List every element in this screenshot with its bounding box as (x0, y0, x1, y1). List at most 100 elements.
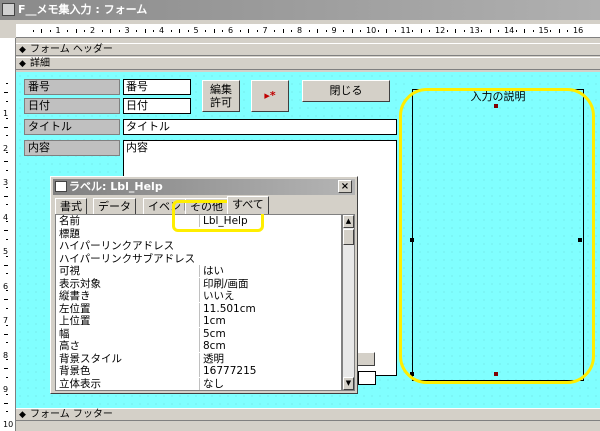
ruler-label: 15 (538, 26, 549, 35)
property-name: ハイパーリンクサブアドレス (59, 252, 196, 265)
ruler-tick (6, 238, 8, 240)
property-value[interactable]: 5cm (199, 327, 341, 340)
property-sheet[interactable]: ラベル: Lbl_Help × 書式 データ イベント その他 すべて 名前 Lb… (50, 176, 358, 394)
ruler-tick (6, 204, 8, 206)
hidden-button[interactable] (355, 352, 375, 366)
property-scrollbar[interactable]: ▲ ▼ (342, 214, 355, 391)
property-row[interactable]: ハイパーリンクアドレス (56, 240, 341, 253)
field-title[interactable]: タイトル (123, 119, 397, 135)
horizontal-ruler[interactable]: 1 2 3 4 5 6 7 8 9 10 11 12 13 14 15 16 (16, 24, 600, 38)
property-value[interactable]: 11.501cm (199, 302, 341, 315)
property-row[interactable]: 立体表示 なし (56, 377, 341, 391)
field-number[interactable]: 番号 (123, 79, 191, 95)
ruler-label: 8 (297, 26, 303, 35)
ruler-tick (446, 30, 448, 32)
property-name: 幅 (59, 327, 70, 340)
scroll-down-icon[interactable]: ▼ (343, 377, 354, 390)
close-icon[interactable]: × (338, 180, 352, 193)
ruler-tick (351, 29, 353, 33)
property-value[interactable]: 印刷/画面 (199, 277, 341, 290)
vertical-ruler[interactable]: 1 2 3 4 5 6 7 8 9 10 (0, 38, 16, 431)
label-content[interactable]: 内容 (24, 140, 120, 156)
edit-permit-button[interactable]: 編集 許可 (202, 80, 240, 112)
form-icon[interactable] (2, 3, 15, 16)
ruler-tick (256, 30, 258, 32)
ruler-tick (187, 30, 189, 32)
property-row[interactable]: ハイパーリンクサブアドレス (56, 252, 341, 266)
ruler-tick (75, 29, 77, 33)
ruler-tick (274, 30, 276, 32)
tab-data[interactable]: データ (93, 198, 136, 214)
label-number[interactable]: 番号 (24, 79, 120, 95)
property-name: 可視 (59, 265, 80, 277)
property-sheet-titlebar[interactable]: ラベル: Lbl_Help × (53, 179, 355, 195)
property-value[interactable]: なし (199, 377, 341, 390)
form-header-bar[interactable]: ◆ フォーム ヘッダー (16, 43, 600, 56)
label-date[interactable]: 日付 (24, 98, 120, 114)
ruler-tick (420, 29, 422, 33)
ruler-tick (6, 255, 8, 257)
new-record-button[interactable]: ▸* (251, 80, 289, 112)
ruler-tick (325, 30, 327, 32)
property-value[interactable]: 8cm (199, 340, 341, 352)
property-row[interactable]: 高さ 8cm (56, 340, 341, 353)
close-button[interactable]: 閉じる (302, 80, 390, 102)
ruler-tick (377, 30, 379, 32)
hidden-field[interactable] (358, 371, 376, 385)
ruler-tick (489, 29, 491, 33)
property-row[interactable]: 表示対象 印刷/画面 (56, 277, 341, 291)
highlight-box-help-label (399, 88, 595, 384)
ruler-tick (222, 30, 224, 32)
ruler-label: 11 (400, 26, 411, 35)
section-arrow-icon: ◆ (19, 410, 26, 420)
ruler-tick (179, 29, 181, 33)
ruler-tick (205, 30, 207, 32)
section-arrow-icon: ◆ (19, 45, 26, 55)
ruler-tick (498, 30, 500, 32)
ruler-tick (6, 186, 8, 188)
property-row[interactable]: 左位置 11.501cm (56, 302, 341, 316)
property-row[interactable]: 幅 5cm (56, 327, 341, 341)
ruler-tick (4, 161, 8, 162)
ruler-tick (4, 264, 8, 266)
ruler-label: 16 (573, 26, 584, 35)
ruler-tick (6, 83, 8, 85)
property-name: 立体表示 (59, 377, 101, 390)
ruler-corner[interactable] (0, 24, 16, 38)
ruler-tick (550, 30, 552, 32)
property-row[interactable]: 可視 はい (56, 265, 341, 278)
form-header-label: フォーム ヘッダー (30, 44, 113, 55)
label-title[interactable]: タイトル (24, 119, 120, 135)
ruler-tick (6, 273, 8, 275)
tab-all[interactable]: すべて (227, 196, 269, 214)
property-value[interactable]: 1cm (199, 315, 341, 327)
property-value[interactable]: はい (199, 265, 341, 277)
ruler-tick (6, 100, 8, 102)
ruler-label: 10 (3, 419, 14, 429)
property-name: ハイパーリンクアドレス (59, 240, 175, 252)
scroll-thumb[interactable] (343, 229, 354, 245)
property-list[interactable]: 名前 Lbl_Help 標題 ハイパーリンクアドレス ハイパーリンクサブアドレス 可視 はい… (55, 214, 342, 391)
ruler-tick (84, 30, 86, 32)
ruler-tick (4, 195, 8, 197)
property-row[interactable]: 縦書き いいえ (56, 290, 341, 303)
detail-bar[interactable]: ◆ 詳細 (16, 57, 600, 70)
ruler-tick (6, 135, 8, 137)
property-name: 背景色 (59, 365, 91, 377)
ruler-tick (558, 29, 560, 33)
field-date[interactable]: 日付 (123, 98, 191, 114)
property-value[interactable]: 16777215 (199, 365, 341, 377)
tab-format[interactable]: 書式 (55, 198, 87, 214)
property-row[interactable]: 背景スタイル 透明 (56, 352, 341, 366)
property-row[interactable]: 背景色 16777215 (56, 365, 341, 378)
ruler-tick (49, 30, 51, 32)
property-value[interactable]: いいえ (199, 290, 341, 302)
form-footer-label: フォーム フッター (30, 409, 113, 420)
scroll-up-icon[interactable]: ▲ (343, 215, 354, 228)
form-footer-bar[interactable]: ◆ フォーム フッター (16, 408, 600, 421)
window-title: F__メモ集入力 : フォーム (18, 3, 148, 16)
ruler-label: 13 (469, 26, 480, 35)
ruler-tick (6, 324, 8, 326)
property-value[interactable]: 透明 (199, 352, 341, 365)
property-row[interactable]: 上位置 1cm (56, 315, 341, 328)
